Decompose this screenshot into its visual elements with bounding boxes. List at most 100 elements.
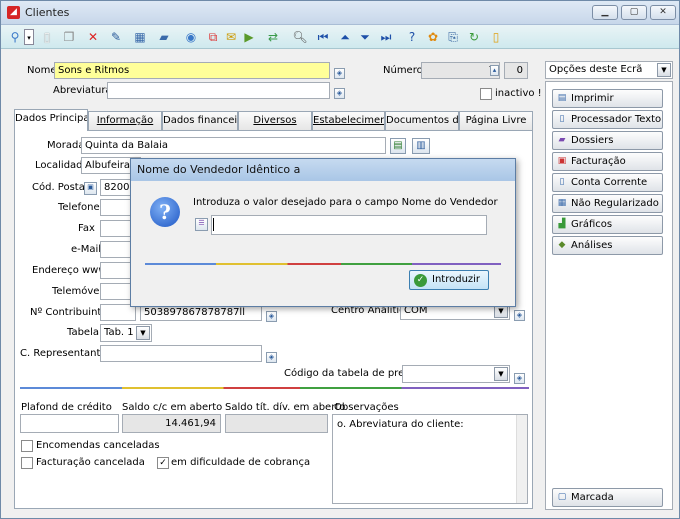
nao-regularizado-button[interactable]: ▦ Não Regularizado xyxy=(552,194,663,213)
question-icon: ? xyxy=(150,197,180,227)
tab-pagina-livre[interactable]: Página Livre xyxy=(459,111,533,130)
observacoes-label: Observações xyxy=(334,402,399,413)
imprimir-button[interactable]: ▤ Imprimir xyxy=(552,89,663,108)
encomendas-checkbox[interactable] xyxy=(21,440,33,452)
observacoes-scrollbar[interactable] xyxy=(516,415,527,503)
centro-lookup-icon[interactable]: ◈ xyxy=(514,310,525,321)
preview-icon[interactable]: 🔍︎ xyxy=(292,29,308,45)
chevron-down-icon[interactable]: ▼ xyxy=(136,326,150,340)
open-icon[interactable]: ▶ xyxy=(241,29,257,45)
tabela-label: Tabela xyxy=(67,327,99,338)
plafond-field[interactable] xyxy=(20,414,119,433)
representante-lookup-icon[interactable]: ◈ xyxy=(266,352,277,363)
codigo-tabela-lookup-icon[interactable]: ◈ xyxy=(514,373,525,384)
new-icon[interactable]: ▯ xyxy=(39,29,55,45)
tree-icon[interactable]: ⧉ xyxy=(205,29,221,45)
dialog-divider xyxy=(145,263,501,265)
name-lookup-icon[interactable]: ◈ xyxy=(334,68,345,79)
search-icon[interactable]: ⚲ xyxy=(7,29,23,45)
codigo-tabela-label: Código da tabela de preços xyxy=(284,368,422,379)
conta-corrente-button[interactable]: ▯ Conta Corrente xyxy=(552,173,663,192)
tabela-select[interactable]: Tab. 1 ▼ xyxy=(100,324,152,342)
dialog-title: Nome do Vendedor Idêntico a xyxy=(131,159,515,181)
tools-icon[interactable]: ✿ xyxy=(425,29,441,45)
minimize-button[interactable]: ▁ xyxy=(592,5,618,20)
window-title: Clientes xyxy=(25,6,70,19)
observacoes-textarea[interactable]: o. Abreviatura do cliente: xyxy=(332,414,528,504)
first-icon[interactable]: ⏮ xyxy=(315,29,331,45)
link-icon[interactable]: ⇄ xyxy=(265,29,281,45)
dossiers-label: Dossiers xyxy=(571,135,614,146)
graficos-label: Gráficos xyxy=(571,219,613,230)
tab-dados-financeiro[interactable]: Dados financeiro xyxy=(162,111,238,130)
morada-field[interactable]: Quinta da Balaia xyxy=(81,137,386,154)
screen-options-select[interactable]: Opções deste Ecrã ▼ xyxy=(545,61,673,79)
abreviatura-lookup-icon[interactable]: ◈ xyxy=(334,88,345,99)
help-icon[interactable]: ? xyxy=(404,29,420,45)
processador-texto-label: Processador Texto xyxy=(571,114,662,125)
nao-regularizado-label: Não Regularizado xyxy=(571,198,659,209)
facturacao-checkbox[interactable] xyxy=(21,457,33,469)
saldo-label: Saldo c/c em aberto xyxy=(122,402,223,413)
last-icon[interactable]: ⏭ xyxy=(378,29,394,45)
abreviatura-field[interactable] xyxy=(107,82,330,99)
delete-icon[interactable]: ✕ xyxy=(85,29,101,45)
folder-icon[interactable]: ▰ xyxy=(156,29,172,45)
processador-texto-button[interactable]: ▯ Processador Texto xyxy=(552,110,663,129)
list-icon[interactable]: ☰ xyxy=(195,218,208,231)
dropdown-icon[interactable]: ▾ xyxy=(24,29,34,45)
numero-field: 7 xyxy=(421,62,500,79)
representante-field[interactable] xyxy=(100,345,262,362)
map-icon[interactable]: ▥ xyxy=(412,138,430,154)
facturacao-cancelada-label: Facturação cancelada xyxy=(36,457,145,468)
chevron-down-icon[interactable]: ▼ xyxy=(657,63,671,77)
facturacao-button[interactable]: ▣ Facturação xyxy=(552,152,663,171)
book-icon[interactable]: ◉ xyxy=(183,29,199,45)
next-icon[interactable]: ⏷ xyxy=(357,29,373,45)
email-label: e-Mail xyxy=(71,244,102,255)
printer-icon: ▤ xyxy=(557,93,567,103)
text-cursor xyxy=(213,218,214,231)
analises-button[interactable]: ◆ Análises xyxy=(552,236,663,255)
title-bar: ◢ Clientes ▁ ▢ ✕ xyxy=(1,1,679,25)
facturacao-label: Facturação xyxy=(571,156,626,167)
export-icon[interactable]: ⎘ xyxy=(445,29,461,45)
address-book-icon[interactable]: ▤ xyxy=(390,138,406,154)
screen-options-value: Opções deste Ecrã xyxy=(549,64,643,75)
note-icon[interactable]: ▯ xyxy=(488,29,504,45)
prev-icon[interactable]: ⏶ xyxy=(337,29,353,45)
tab-dados-principais[interactable]: Dados Principais xyxy=(14,109,88,131)
morada-label: Morada xyxy=(47,140,85,151)
graficos-button[interactable]: ▟ Gráficos xyxy=(552,215,663,234)
name-field[interactable]: Sons e Ritmos xyxy=(54,62,330,79)
introduzir-button[interactable]: ✓ Introduzir xyxy=(409,270,489,290)
contribuinte-lookup-icon[interactable]: ◈ xyxy=(266,311,277,322)
tab-informacao[interactable]: Informação xyxy=(88,111,162,130)
tab-documentos[interactable]: Documentos de xyxy=(385,111,459,130)
close-button[interactable]: ✕ xyxy=(650,5,676,20)
toolbar: ⚲ ▾ ▯ ❐ ✕ ✎ ▦ ▰ ◉ ⧉ ✉ ▶ ⇄ 🔍︎ ⏮ ⏶ ⏷ ⏭ ? ✿… xyxy=(1,25,679,49)
analysis-icon: ◆ xyxy=(558,240,566,250)
numero-sub-field: 0 xyxy=(504,62,528,79)
inactive-checkbox[interactable] xyxy=(480,88,492,100)
dossiers-button[interactable]: ▰ Dossiers xyxy=(552,131,663,150)
table-icon[interactable]: ▦ xyxy=(132,29,148,45)
edit-icon[interactable]: ✎ xyxy=(108,29,124,45)
maximize-button[interactable]: ▢ xyxy=(621,5,647,20)
codigo-tabela-select[interactable]: ▼ xyxy=(402,365,510,383)
contribuinte-label: Nº Contribuinte xyxy=(30,307,108,318)
marcada-button[interactable]: ▢ Marcada xyxy=(552,488,663,507)
dialog-input[interactable] xyxy=(211,215,487,235)
refresh-icon[interactable]: ↻ xyxy=(466,29,482,45)
mail-icon[interactable]: ✉ xyxy=(223,29,239,45)
copy-icon[interactable]: ❐ xyxy=(61,29,77,45)
conta-corrente-label: Conta Corrente xyxy=(571,177,648,188)
chevron-down-icon[interactable]: ▼ xyxy=(494,367,508,381)
tab-diversos[interactable]: Diversos xyxy=(238,111,312,130)
numero-spin-icon[interactable]: ▴ xyxy=(490,65,499,76)
dificuldade-checkbox[interactable]: ✓ xyxy=(157,457,169,469)
telemovel-label: Telemóvel xyxy=(52,286,103,297)
tab-estabelecimento[interactable]: Estabelecimento xyxy=(312,111,385,130)
invoice-icon: ▣ xyxy=(557,156,567,166)
postal-lookup-icon[interactable]: ▣ xyxy=(84,182,97,195)
